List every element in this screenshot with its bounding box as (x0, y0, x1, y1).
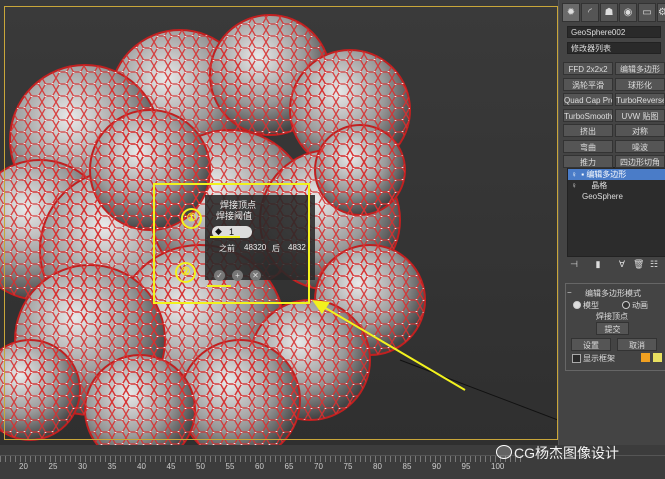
modifier-button[interactable]: 编辑多边形 (615, 62, 665, 75)
modifier-button[interactable]: 挤出 (563, 124, 613, 137)
modifier-stack[interactable]: ♀ ▪ 编辑多边形 ♀ 晶格 GeoSphere (567, 167, 665, 257)
viewport[interactable]: 焊接顶点 焊接阈值 ◆ 1 之前 48320 后 4832 ✓ + ✕ ① ② (0, 0, 559, 445)
stack-item-lattice[interactable]: ♀ 晶格 (568, 180, 665, 191)
timeline-tick-label: 45 (166, 462, 176, 471)
command-panel: ✹ ◜ ☗ ◉ ▭ ⚙ GeoSphere002 修改器列表 ♀ ▪ 编辑多边形… (559, 0, 665, 445)
timeline-tick-label: 90 (432, 462, 441, 471)
tab-display-icon[interactable]: ▭ (638, 3, 656, 22)
cage-selected-color-swatch[interactable] (653, 353, 662, 362)
mode-anim-label: 动画 (632, 301, 648, 310)
modifier-button[interactable]: 弯曲 (563, 139, 613, 153)
rollout-title[interactable]: 编辑多边形模式 (585, 288, 641, 299)
configure-sets-icon[interactable]: ☷ (649, 259, 659, 269)
mode-model-label: 模型 (583, 301, 599, 310)
timeline-tick-label: 40 (137, 462, 146, 471)
modifier-button[interactable]: 球形化 (615, 77, 665, 91)
rollout-collapse-icon[interactable]: − (567, 288, 572, 297)
pin-stack-icon[interactable]: ⊣ (569, 259, 579, 269)
object-name-field[interactable]: GeoSphere002 (567, 26, 661, 38)
modifier-button[interactable]: TurboSmooth Pro (563, 108, 613, 122)
tab-utilities-icon[interactable]: ⚙ (657, 3, 665, 22)
modifier-button[interactable]: TurboReverse (615, 93, 665, 106)
timeline-tick-label: 75 (343, 462, 353, 471)
watermark: CG杨杰图像设计 (496, 443, 619, 463)
modifier-button[interactable]: 涡轮平滑 (563, 77, 613, 91)
tab-create-icon[interactable]: ✹ (562, 3, 580, 22)
bulb-icon[interactable]: ♀ (571, 181, 577, 190)
show-end-result-icon[interactable]: ▮ (593, 259, 603, 269)
stack-item-edit-poly[interactable]: ♀ ▪ 编辑多边形 (568, 169, 665, 180)
mode-anim-radio[interactable] (622, 301, 630, 309)
modifier-button[interactable]: 噪波 (615, 139, 665, 153)
make-unique-icon[interactable]: ∀ (617, 259, 627, 269)
timeline-tick-label: 95 (461, 462, 471, 471)
timeline-tick-label: 25 (48, 462, 58, 471)
timeline-tick-label: 55 (225, 462, 235, 471)
modifier-button[interactable]: 对称 (615, 124, 665, 137)
timeline-tick-label: 60 (255, 462, 264, 471)
modifier-button[interactable]: 推力 (563, 155, 613, 168)
tab-motion-icon[interactable]: ◉ (619, 3, 637, 22)
settings-button[interactable]: 设置 (571, 338, 611, 351)
commit-button[interactable]: 提交 (596, 322, 629, 335)
annotation-arrow (312, 300, 466, 391)
modifier-button[interactable]: UVW 贴图 (615, 108, 665, 122)
cancel-button[interactable]: 取消 (617, 338, 657, 351)
timeline-tick-label: 80 (373, 462, 382, 471)
mode-model-radio[interactable] (573, 301, 581, 309)
timeline-tick-label: 65 (284, 462, 294, 471)
remove-modifier-icon[interactable]: 🗑 (633, 259, 644, 269)
bulb-icon[interactable]: ♀ (571, 170, 577, 179)
modifier-button[interactable]: 四边形切角 (615, 155, 665, 168)
stack-item-geosphere[interactable]: GeoSphere (568, 191, 665, 202)
cage-color-swatch[interactable] (641, 353, 650, 362)
timeline-tick-label: 100 (491, 462, 505, 471)
tab-hierarchy-icon[interactable]: ☗ (600, 3, 618, 22)
show-cage-label: 显示框架 (583, 354, 615, 363)
modifier-list-dropdown[interactable]: 修改器列表 (567, 42, 661, 54)
timeline-tick-label: 20 (19, 462, 28, 471)
timeline-tick-label: 35 (107, 462, 117, 471)
timeline-tick-label: 85 (402, 462, 412, 471)
expand-icon[interactable]: ▪ (581, 170, 584, 179)
timeline-tick-label: 30 (78, 462, 87, 471)
tab-modify-icon[interactable]: ◜ (581, 3, 599, 22)
modifier-button[interactable]: Quad Cap Pro (563, 93, 613, 106)
modifier-button[interactable]: FFD 2x2x2 (563, 62, 613, 75)
show-cage-checkbox[interactable] (572, 354, 581, 363)
timeline-tick-label: 70 (314, 462, 323, 471)
current-operation-label: 焊接顶点 (596, 312, 628, 321)
timeline-tick-label: 50 (196, 462, 205, 471)
wechat-icon (496, 445, 512, 459)
